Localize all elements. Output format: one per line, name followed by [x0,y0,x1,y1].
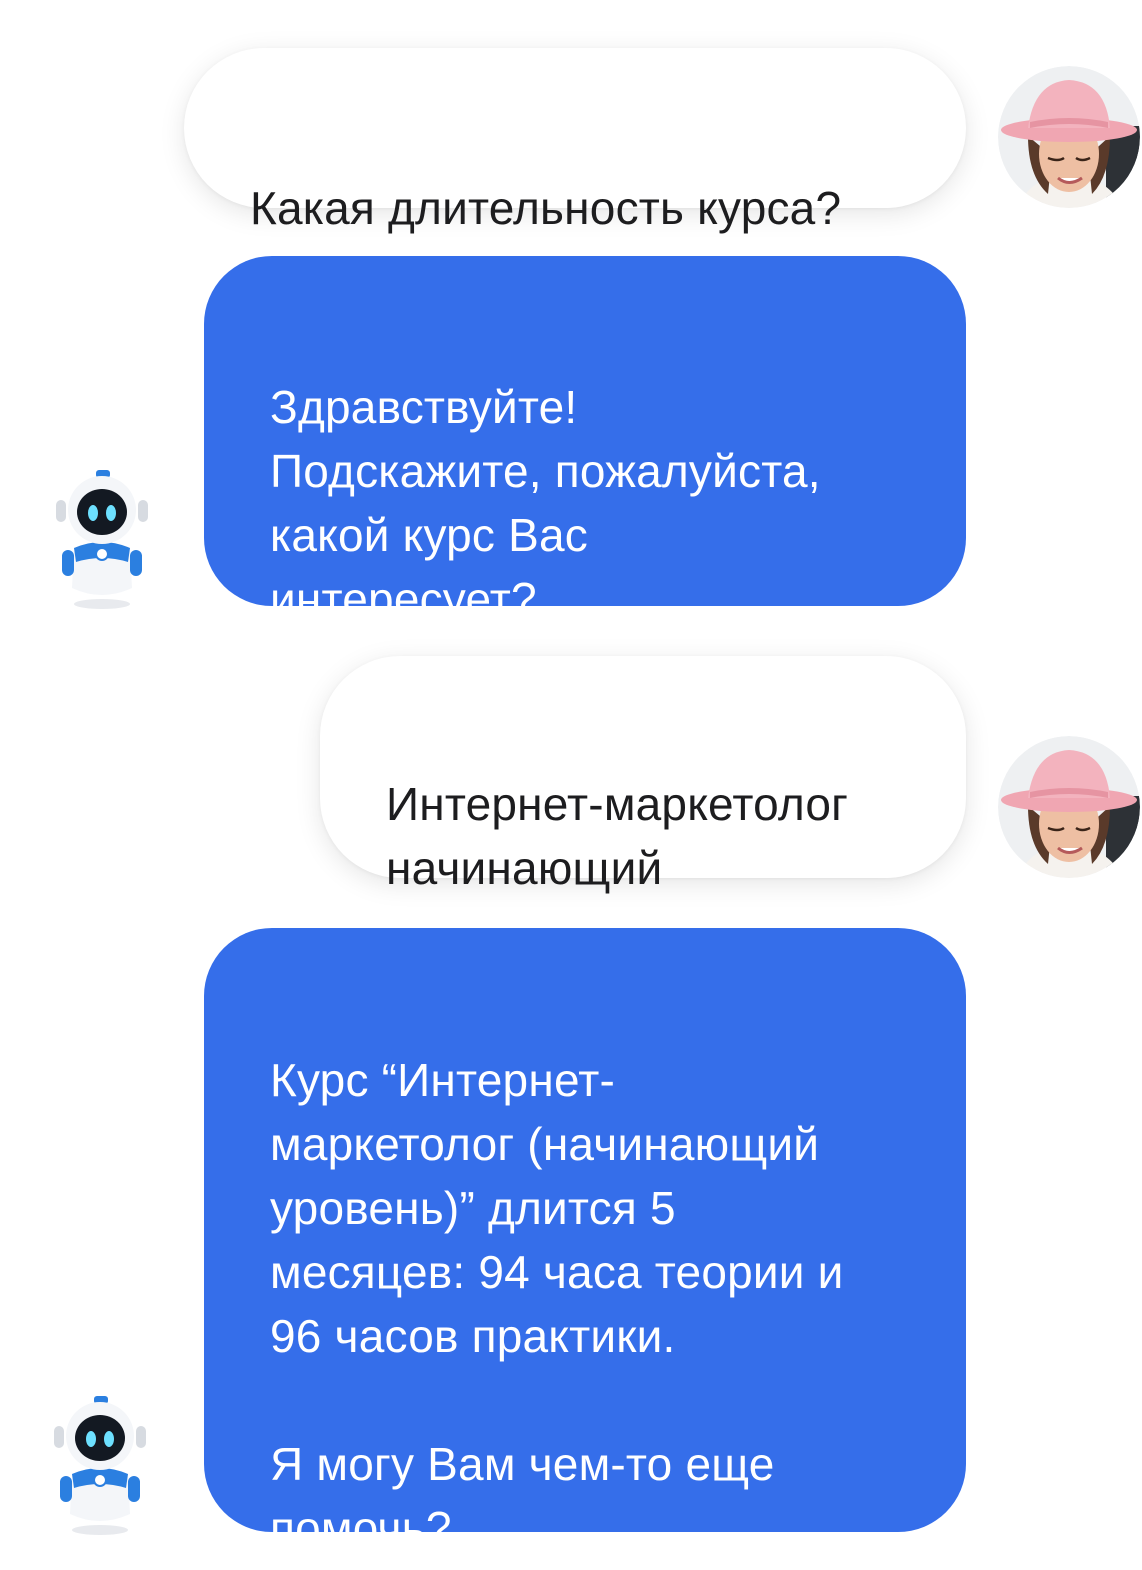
message-text: Курс “Интернет- маркетолог (начинающий у… [270,1054,844,1554]
robot-icon [56,470,148,609]
message-text: Интернет-маркетолог начинающий [386,778,849,894]
bot-message-bubble: Здравствуйте! Подскажите, пожалуйста, ка… [204,256,966,625]
user-avatar[interactable] [998,736,1140,878]
user-avatar[interactable] [998,66,1140,208]
user-message-bubble: Интернет-маркетолог начинающий [320,656,966,894]
robot-icon [54,1396,146,1535]
bot-avatar[interactable] [50,1396,150,1536]
bot-message-bubble: Курс “Интернет- маркетолог (начинающий у… [204,928,966,1554]
bot-avatar[interactable] [52,470,152,610]
user-avatar-image [998,66,1140,208]
user-message-bubble: Какая длительность курса? [184,48,966,234]
message-text: Какая длительность курса? [250,182,842,234]
message-text: Здравствуйте! Подскажите, пожалуйста, ка… [270,381,821,625]
user-avatar-image [998,736,1140,878]
